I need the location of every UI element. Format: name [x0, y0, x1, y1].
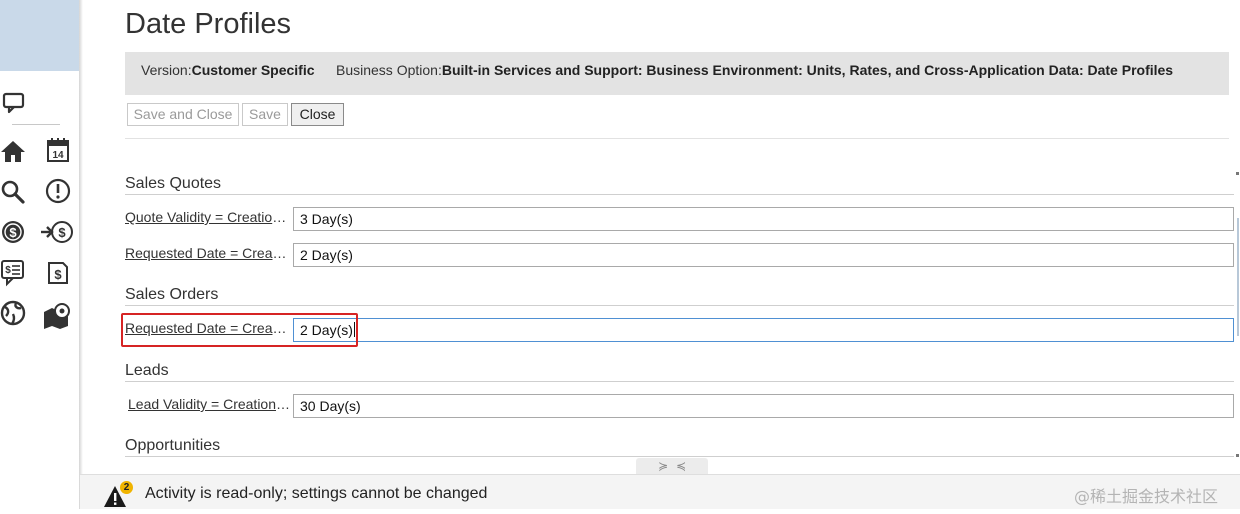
calendar-icon[interactable]: 14 — [46, 137, 70, 163]
quotes-requested-date-label[interactable]: Requested Date = Creation Date + 2 Day(s… — [125, 245, 290, 261]
scroll-down-marker — [1236, 454, 1239, 457]
section-divider — [125, 381, 1234, 382]
svg-text:$: $ — [9, 225, 17, 240]
status-bar: 2 Activity is read-only; settings cannot… — [80, 474, 1240, 509]
save-and-close-button[interactable]: Save and Close — [127, 103, 239, 126]
version-info: Version:Customer Specific — [141, 52, 315, 88]
lead-validity-input[interactable]: 30 Day(s) — [293, 394, 1234, 418]
page-title: Date Profiles — [125, 8, 292, 40]
map-pin-icon[interactable] — [42, 302, 72, 330]
home-icon[interactable] — [0, 139, 26, 163]
quotes-requested-date-input[interactable]: 2 Day(s) — [293, 243, 1234, 267]
watermark: @稀土掘金技术社区 — [1074, 487, 1219, 506]
warning-count-badge: 2 — [120, 481, 133, 494]
orders-requested-date-value: 2 Day(s) — [300, 322, 353, 338]
orders-requested-date-input[interactable]: 2 Day(s) — [293, 318, 1234, 342]
section-divider — [125, 456, 1234, 457]
scroll-up-marker — [1236, 172, 1239, 175]
info-bar: Version:Customer Specific Business Optio… — [125, 52, 1229, 95]
save-button[interactable]: Save — [242, 103, 288, 126]
section-title-sales-quotes: Sales Quotes — [125, 175, 222, 192]
transfer-money-icon[interactable]: $ — [40, 219, 74, 245]
business-option-value: Built-in Services and Support: Business … — [441, 62, 1174, 78]
close-button[interactable]: Close — [291, 103, 344, 126]
version-label: Version: — [141, 62, 192, 78]
quote-validity-input[interactable]: 3 Day(s) — [293, 207, 1234, 231]
section-title-opportunities: Opportunities — [125, 437, 221, 454]
business-option-label: Business Option: — [336, 62, 442, 78]
rail-divider — [12, 124, 60, 125]
section-title-leads: Leads — [125, 362, 169, 379]
section-divider — [125, 305, 1234, 306]
warning-indicator[interactable]: 2 — [103, 481, 133, 509]
quote-validity-label[interactable]: Quote Validity = Creation Date + 3 Day(s… — [125, 209, 290, 225]
version-value: Customer Specific — [191, 62, 315, 78]
search-icon[interactable] — [0, 179, 26, 205]
orders-requested-date-label[interactable]: Requested Date = Creation Date + 2 Day(s… — [125, 320, 290, 336]
collapse-up-icon[interactable]: ≽ — [658, 459, 668, 473]
business-option-info: Business Option:Built-in Services and Su… — [336, 52, 1173, 88]
svg-text:$: $ — [58, 225, 66, 240]
toolbar-divider — [125, 138, 1229, 139]
section-divider — [125, 194, 1234, 195]
left-nav-rail: 14 $ $ $ $ — [0, 0, 79, 509]
alert-icon[interactable] — [45, 178, 71, 204]
section-title-sales-orders: Sales Orders — [125, 286, 219, 303]
svg-text:$: $ — [54, 267, 62, 282]
lead-validity-label[interactable]: Lead Validity = Creation Date + 30 Day(s… — [128, 396, 290, 412]
svg-text:14: 14 — [52, 150, 64, 161]
text-caret — [353, 322, 355, 337]
feedback-icon[interactable] — [2, 92, 26, 114]
price-chat-icon[interactable]: $ — [0, 259, 26, 287]
money-icon[interactable]: $ — [0, 219, 26, 245]
invoice-icon[interactable]: $ — [46, 259, 70, 285]
rail-header — [0, 0, 79, 71]
rail-shadow — [79, 0, 83, 509]
status-message: Activity is read-only; settings cannot b… — [145, 485, 488, 502]
scrollbar[interactable] — [1237, 218, 1239, 336]
svg-text:$: $ — [5, 265, 11, 276]
collapse-down-icon[interactable]: ≼ — [676, 459, 686, 473]
globe-money-icon[interactable] — [0, 300, 26, 326]
